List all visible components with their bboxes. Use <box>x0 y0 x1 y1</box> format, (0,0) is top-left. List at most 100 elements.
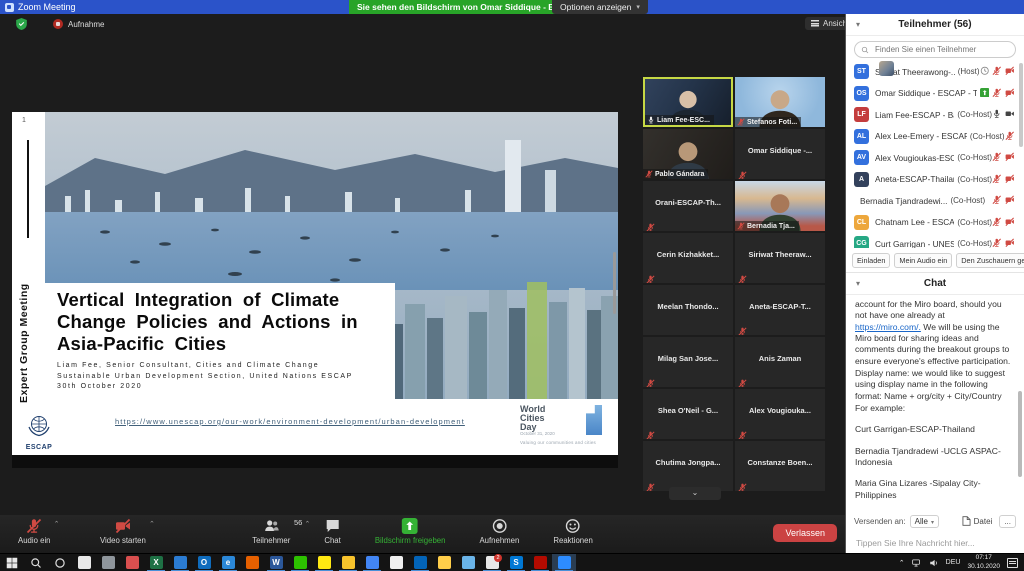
participant-row[interactable]: CGCurt Garrigan - UNES...(Co-Host) <box>846 233 1024 248</box>
participant-row[interactable]: OSOmar Siddique - ESCAP - T... <box>846 83 1024 105</box>
firefox-icon[interactable] <box>240 554 264 571</box>
wechat-icon[interactable] <box>288 554 312 571</box>
video-tile[interactable]: Constanze Boen... <box>735 441 825 491</box>
kakaotalk-icon[interactable] <box>312 554 336 571</box>
participants-chevron[interactable]: ⌃ <box>304 520 310 528</box>
keyboard-language[interactable]: DEU <box>946 559 961 566</box>
speaker-icon[interactable] <box>929 558 939 568</box>
share-options-button[interactable]: Optionen anzeigen ▾ <box>552 0 648 14</box>
start-video-button[interactable]: ⌃ Video starten <box>100 518 146 545</box>
participant-row[interactable]: STSiriwat Theerawong-...(Host) <box>846 61 1024 83</box>
mic-muted-icon <box>992 192 1002 210</box>
zoom-icon[interactable] <box>552 554 576 571</box>
chat-link[interactable]: https://miro.com/. <box>855 322 921 332</box>
file-explorer-icon[interactable] <box>336 554 360 571</box>
participant-search-input[interactable] <box>873 44 1009 55</box>
mic-muted-icon <box>738 167 747 176</box>
video-tile[interactable]: Omar Siddique -... <box>735 129 825 179</box>
tile-name-bar: Stefanos Foti... <box>735 117 801 127</box>
record-icon <box>491 518 507 534</box>
chat-button[interactable]: Chat <box>324 518 340 545</box>
cortana-icon[interactable] <box>48 554 72 571</box>
start-icon[interactable] <box>0 554 24 571</box>
mail-icon[interactable]: 2 <box>480 554 504 571</box>
leave-meeting-button[interactable]: Verlassen <box>773 524 837 542</box>
chat-scrollbar[interactable] <box>1018 391 1022 477</box>
tray-clock[interactable]: 07:17 30.10.2020 <box>967 554 1000 570</box>
invite-button[interactable]: Einladen <box>852 253 890 268</box>
participant-status-icons <box>980 63 1015 81</box>
collapse-chevron-icon[interactable]: ▾ <box>856 20 860 29</box>
participant-row[interactable]: Bernadia Tjandradewi...(Co-Host) <box>846 190 1024 212</box>
mic-muted-icon <box>992 170 1002 188</box>
slide-scrollbar[interactable] <box>613 252 616 314</box>
pdf-reader-icon[interactable] <box>528 554 552 571</box>
chat-more-button[interactable]: ... <box>999 515 1016 528</box>
recording-label: Aufnahme <box>68 20 104 29</box>
record-button[interactable]: Aufnehmen <box>479 518 519 545</box>
participant-status-icons <box>980 84 1015 102</box>
excel-icon[interactable]: X <box>144 554 168 571</box>
unmute-my-audio-button[interactable]: Mein Audio ein <box>894 253 952 268</box>
remote-desktop-icon[interactable] <box>96 554 120 571</box>
notepad-icon[interactable] <box>384 554 408 571</box>
participant-row[interactable]: ALAlex Lee-Emery - ESCAP -...(Co-Host) <box>846 126 1024 148</box>
chat-message-input[interactable] <box>854 537 1016 549</box>
video-tile[interactable]: Meelan Thondo... <box>643 285 733 335</box>
audio-options-chevron[interactable]: ⌃ <box>54 520 60 528</box>
video-tile[interactable]: Liam Fee-ESC... <box>643 77 733 127</box>
participants-button[interactable]: 56 ⌃ Teilnehmer <box>252 518 290 545</box>
participants-scrollbar[interactable] <box>1019 63 1023 147</box>
video-tile[interactable]: Pablo Gándara <box>643 129 733 179</box>
tile-name-bar: Bernadia Tja... <box>735 221 799 231</box>
video-tile[interactable]: Shea O'Neil - G... <box>643 389 733 439</box>
loop-icon[interactable] <box>168 554 192 571</box>
skype-icon[interactable]: S <box>504 554 528 571</box>
recording-indicator-icon[interactable] <box>53 19 63 29</box>
video-tile[interactable]: Orani-ESCAP-Th... <box>643 181 733 231</box>
participant-row[interactable]: AVAlex Vougioukas-ESC...(Co-Host) <box>846 147 1024 169</box>
send-to-select[interactable]: Alle▾ <box>910 515 939 528</box>
edge-icon[interactable]: e <box>216 554 240 571</box>
search-icon[interactable] <box>24 554 48 571</box>
video-tile[interactable]: Cerin Kizhakket... <box>643 233 733 283</box>
teamviewer-icon[interactable] <box>120 554 144 571</box>
video-tile[interactable]: Chutima Jongpa... <box>643 441 733 491</box>
participant-row[interactable]: CLChatnam Lee - ESCAP...(Co-Host) <box>846 212 1024 234</box>
participant-search-box[interactable] <box>854 41 1016 58</box>
participant-row[interactable]: LFLiam Fee-ESCAP - Ba...(Co-Host) <box>846 104 1024 126</box>
chat-message-area: account for the Miro board, should you n… <box>846 295 1024 511</box>
video-tile[interactable]: Bernadia Tja... <box>735 181 825 231</box>
share-screen-button[interactable]: Bildschirm freigeben <box>375 518 446 545</box>
outlook-icon[interactable]: O <box>192 554 216 571</box>
store-icon[interactable] <box>72 554 96 571</box>
slide-url-link[interactable]: https://www.unescap.org/our-work/environ… <box>115 417 475 426</box>
file-attach-button[interactable]: Datei <box>962 516 993 526</box>
reactions-button[interactable]: Reaktionen <box>553 518 592 545</box>
video-tile[interactable]: Milag San Jose... <box>643 337 733 387</box>
network-icon[interactable] <box>912 558 922 568</box>
video-tile[interactable]: Stefanos Foti... <box>735 77 825 127</box>
collapse-chevron-icon[interactable]: ▾ <box>856 279 860 288</box>
video-options-chevron[interactable]: ⌃ <box>149 520 155 528</box>
tile-participant-name: Orani-ESCAP-Th... <box>643 198 733 207</box>
paint3d-icon[interactable] <box>456 554 480 571</box>
chat-message: Display name: we would like to suggest u… <box>855 368 1012 402</box>
tray-chevron-icon[interactable]: ⌃ <box>899 559 905 567</box>
video-tile[interactable]: Anis Zaman <box>735 337 825 387</box>
slide-page-number: 1 <box>22 117 26 124</box>
more-participants-chevron[interactable]: ⌄ <box>669 487 721 500</box>
video-tile[interactable]: Aneta-ESCAP-T... <box>735 285 825 335</box>
tile-participant-name: Constanze Boen... <box>735 458 825 467</box>
video-tile[interactable]: Alex Vougiouka... <box>735 389 825 439</box>
participant-row[interactable]: AAneta-ESCAP-Thailand(Co-Host) <box>846 169 1024 191</box>
allow-attendees-button[interactable]: Den Zuschauern gestatten, di <box>956 253 1024 268</box>
onedrive-icon[interactable] <box>408 554 432 571</box>
unmute-audio-button[interactable]: ⌃ Audio ein <box>18 518 51 545</box>
action-center-icon[interactable] <box>1007 558 1018 568</box>
video-tile[interactable]: Siriwat Theeraw... <box>735 233 825 283</box>
word-icon[interactable]: W <box>264 554 288 571</box>
folder-icon[interactable] <box>432 554 456 571</box>
meeting-info-shield-icon[interactable] <box>16 18 27 30</box>
chrome-icon[interactable] <box>360 554 384 571</box>
